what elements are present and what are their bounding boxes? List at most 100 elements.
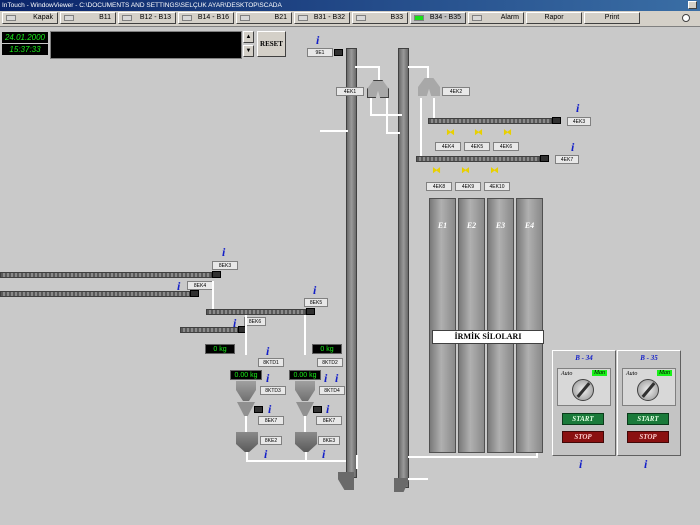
man-label: Man [592, 370, 607, 376]
info-icon[interactable]: i [316, 34, 319, 46]
screw-conveyor [0, 291, 190, 297]
scale-weight-readout: 0.00 kg [289, 370, 321, 380]
alarm-message-box [50, 31, 242, 59]
flow-line [420, 98, 422, 158]
equipment-tag[interactable]: 4EK7 [555, 155, 579, 164]
equipment-tag[interactable]: 8KTD4 [319, 386, 345, 395]
info-icon[interactable]: i [266, 372, 269, 384]
info-icon[interactable]: i [324, 372, 327, 384]
equipment-tag[interactable]: 4EK8 [426, 182, 452, 191]
flow-line [356, 455, 358, 469]
equipment-tag[interactable]: 8KTD2 [317, 358, 343, 367]
motor-icon [334, 49, 343, 56]
info-icon[interactable]: i [326, 403, 329, 415]
nav-b34-b35-button[interactable]: B34 - B35 [410, 12, 466, 24]
equipment-tag[interactable]: 4EK2 [442, 87, 470, 96]
motor-icon [212, 271, 221, 278]
scroll-up-icon[interactable]: ▲ [243, 31, 254, 43]
equipment-tag[interactable]: 8EK4 [187, 281, 213, 290]
nav-alarm-button[interactable]: Alarm [468, 12, 524, 24]
selector-knob-icon[interactable] [572, 379, 594, 401]
stop-button[interactable]: STOP [627, 431, 669, 443]
reset-button[interactable]: RESET [257, 31, 286, 57]
mode-selector[interactable]: Auto Man [622, 368, 676, 406]
selector-knob-icon[interactable] [637, 379, 659, 401]
equipment-tag[interactable]: 4EK9 [455, 182, 481, 191]
nav-rapor-button[interactable]: Rapor [526, 12, 582, 24]
status-lamp-icon [182, 15, 192, 21]
info-icon[interactable]: i [264, 448, 267, 460]
silo-e1[interactable] [429, 198, 456, 453]
nav-b14-b16-button[interactable]: B14 - B16 [178, 12, 234, 24]
equipment-tag[interactable]: 8KTD1 [258, 358, 284, 367]
equipment-tag[interactable]: 8KTD3 [260, 386, 286, 395]
info-icon[interactable]: i [313, 284, 316, 296]
nav-b12-b13-button[interactable]: B12 - B13 [118, 12, 176, 24]
info-icon[interactable]: i [268, 403, 271, 415]
equipment-tag[interactable]: 4EK5 [464, 142, 490, 151]
nav-b31-b32-button[interactable]: B31 - B32 [294, 12, 350, 24]
nav-bar: Kapak B11 B12 - B13 B14 - B16 B21 B31 - … [0, 11, 700, 27]
window-title: InTouch - WindowViewer - C:\DOCUMENTS AN… [2, 2, 282, 9]
equipment-tag[interactable]: 8EK6 [244, 317, 266, 326]
silo-e2[interactable] [458, 198, 485, 453]
screw-conveyor [416, 156, 540, 162]
elevator-foot [338, 472, 354, 490]
equipment-tag[interactable]: 8EK3 [212, 261, 238, 270]
equipment-tag[interactable]: 8KE3 [318, 436, 340, 445]
info-icon[interactable]: i [576, 102, 579, 114]
equipment-tag[interactable]: 4EK1 [336, 87, 364, 96]
info-icon[interactable]: i [644, 458, 647, 470]
bin-icon [295, 432, 317, 452]
equipment-tag[interactable]: 8EK5 [304, 298, 328, 307]
valve-icon: ⧓ [446, 127, 455, 137]
equipment-tag[interactable]: 8KE2 [260, 436, 282, 445]
nav-kapak-button[interactable]: Kapak [2, 12, 58, 24]
equipment-tag[interactable]: 9E1 [307, 48, 333, 57]
status-lamp-icon [6, 15, 16, 21]
nav-b21-button[interactable]: B21 [236, 12, 292, 24]
status-lamp-icon [298, 15, 308, 21]
scale-weight-readout: 0 kg [312, 344, 342, 354]
info-icon[interactable]: i [222, 246, 225, 258]
stop-button[interactable]: STOP [562, 431, 604, 443]
start-button[interactable]: START [627, 413, 669, 425]
screw-conveyor [428, 118, 552, 124]
nav-b33-button[interactable]: B33 [352, 12, 408, 24]
info-icon[interactable]: i [233, 317, 236, 329]
flow-line [355, 66, 380, 68]
start-button[interactable]: START [562, 413, 604, 425]
nav-print-button[interactable]: Print [584, 12, 640, 24]
equipment-tag[interactable]: 4EK4 [435, 142, 461, 151]
info-icon[interactable]: i [322, 448, 325, 460]
info-icon[interactable]: i [571, 141, 574, 153]
close-button[interactable] [688, 1, 697, 9]
silo-e3[interactable] [487, 198, 514, 453]
control-panel-b34: B - 34 Auto Man START STOP [552, 350, 616, 456]
distributor-icon [367, 80, 389, 98]
status-lamp-icon [64, 15, 74, 21]
equipment-tag[interactable]: 8EK7 [258, 416, 284, 425]
radio-icon[interactable] [682, 14, 690, 22]
valve-icon: ⧓ [503, 127, 512, 137]
equipment-tag[interactable]: 4EK3 [567, 117, 591, 126]
control-panel-b35: B - 35 Auto Man START STOP [617, 350, 681, 456]
mode-selector[interactable]: Auto Man [557, 368, 611, 406]
info-icon[interactable]: i [177, 280, 180, 292]
man-label: Man [657, 370, 672, 376]
status-lamp-active-icon [414, 15, 424, 21]
info-icon[interactable]: i [335, 372, 338, 384]
equipment-tag[interactable]: 4EK6 [493, 142, 519, 151]
silo-label: E3 [495, 221, 506, 230]
nav-b11-button[interactable]: B11 [60, 12, 116, 24]
equipment-tag[interactable]: 8EK7 [316, 416, 342, 425]
info-icon[interactable]: i [579, 458, 582, 470]
equipment-tag[interactable]: 4EK10 [484, 182, 510, 191]
window-titlebar: InTouch - WindowViewer - C:\DOCUMENTS AN… [0, 0, 700, 11]
silo-label: E1 [437, 221, 448, 230]
flow-line [378, 66, 380, 80]
silo-label: E2 [466, 221, 477, 230]
scroll-down-icon[interactable]: ▼ [243, 45, 254, 57]
silo-e4[interactable] [516, 198, 543, 453]
info-icon[interactable]: i [266, 345, 269, 357]
